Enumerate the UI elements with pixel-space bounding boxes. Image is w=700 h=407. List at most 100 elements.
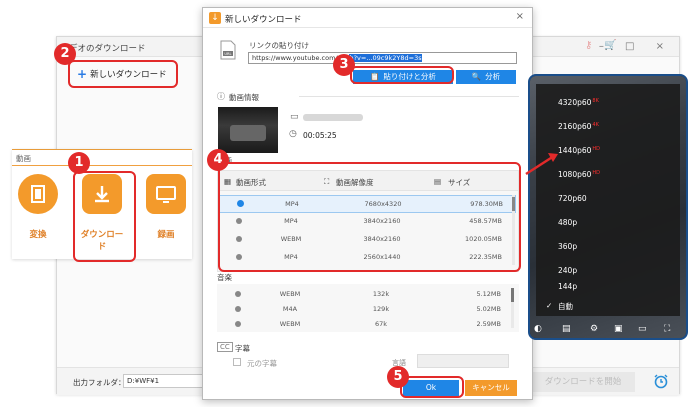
video-thumbnail	[218, 107, 278, 153]
cancel-button[interactable]: キャンセル	[465, 380, 517, 396]
quality-label: 720p60	[558, 194, 587, 203]
video-info-label: 動画情報	[229, 93, 259, 102]
highlight-download-tile	[73, 171, 136, 262]
toggle-icon[interactable]: ◐	[534, 324, 542, 334]
scrollbar-thumb[interactable]	[511, 288, 514, 302]
quality-option[interactable]: 4320p608K	[558, 98, 599, 107]
quality-label: 480p	[558, 218, 578, 227]
quality-option[interactable]: 360p	[558, 242, 577, 251]
player-controls: ◐ ▤ ⚙ ▣ ▭ ⛶	[530, 320, 686, 338]
video-title-blurred	[303, 114, 363, 121]
url-value-selected: h?v=...09c9k2Y8d=3s	[349, 54, 422, 62]
clock-icon: ◷	[289, 129, 297, 139]
table-row[interactable]: WEBM 132k 5.12MB	[217, 286, 513, 302]
cc-icon: CC	[217, 342, 233, 352]
tile-record[interactable]: 録画	[144, 174, 188, 240]
hd-badge: 8K	[592, 98, 599, 104]
tile-convert[interactable]: 変換	[16, 174, 60, 240]
quality-option[interactable]: 1080p60HD	[558, 170, 600, 179]
table-row[interactable]: WEBM 67k 2.59MB	[217, 316, 513, 332]
quality-label: 2160p60	[558, 122, 592, 131]
analyze-button[interactable]: 🔍 分析	[456, 70, 516, 84]
file-type-icon: ▭	[290, 112, 299, 122]
quality-option[interactable]: 2160p604K	[558, 122, 599, 131]
settings-icon[interactable]: ⚙	[590, 324, 598, 334]
row-bitrate: 129k	[372, 305, 390, 313]
highlight-new-download	[68, 60, 178, 88]
language-select[interactable]	[417, 354, 509, 368]
radio[interactable]	[235, 291, 241, 297]
category-header: 動画	[12, 150, 192, 166]
start-download-button[interactable]: ダウンロードを開始	[531, 372, 635, 392]
check-icon: ✓	[546, 301, 553, 310]
row-bitrate: 67k	[374, 320, 388, 328]
dialog-title: 新しいダウンロード	[225, 15, 302, 25]
output-folder-label: 出力フォルダ：	[73, 378, 126, 387]
close-icon[interactable]: ×	[516, 11, 524, 22]
callout-1: 1	[68, 152, 90, 174]
radio[interactable]	[235, 306, 241, 312]
download-app-icon: ↓	[209, 12, 221, 24]
original-subtitle-checkbox[interactable]	[233, 358, 241, 366]
video-player: 4320p608K 2160p604K 1440p60HD 1080p60HD …	[528, 74, 688, 340]
quality-option[interactable]: 480p	[558, 218, 577, 227]
highlight-format-table	[218, 162, 521, 272]
quality-label: 360p	[558, 242, 578, 251]
hd-badge: HD	[592, 146, 601, 152]
miniplayer-icon[interactable]: ▣	[614, 324, 623, 334]
table-row[interactable]: M4A 129k 5.02MB	[217, 301, 513, 317]
original-subtitle-label: 元の字幕	[247, 359, 277, 368]
quality-option[interactable]: 1440p60HD	[558, 146, 600, 155]
film-icon	[18, 174, 58, 214]
url-label: リンクの貼り付け	[249, 41, 309, 50]
key-icon[interactable]: ⚷	[585, 40, 592, 51]
video-duration: 00:05:25	[303, 131, 337, 140]
subtitle-section-label: 字幕	[235, 344, 250, 353]
quality-label: 自動	[558, 302, 573, 311]
music-section-label: 音楽	[217, 273, 232, 282]
output-folder-field[interactable]: D:¥WF¥1	[123, 374, 205, 388]
highlight-ok-button	[400, 376, 464, 398]
tile-record-label: 録画	[157, 230, 175, 240]
callout-2: 2	[54, 43, 76, 65]
quality-option[interactable]: 720p60	[558, 194, 587, 203]
svg-text:URL: URL	[224, 52, 231, 56]
quality-label: 144p	[558, 282, 578, 291]
window-controls[interactable]: – □ ×	[599, 41, 673, 52]
row-format: M4A	[282, 305, 298, 313]
row-format: WEBM	[279, 320, 301, 328]
url-link-icon: URL	[220, 40, 236, 60]
category-header-label: 動画	[16, 154, 31, 163]
row-size: 5.02MB	[476, 305, 501, 313]
quality-menu: 4320p608K 2160p604K 1440p60HD 1080p60HD …	[536, 84, 680, 316]
dialog-titlebar: ↓ 新しいダウンロード ×	[203, 8, 532, 28]
quality-option[interactable]: 240p	[558, 266, 577, 275]
analyze-label: 分析	[485, 72, 501, 81]
radio[interactable]	[235, 321, 241, 327]
fullscreen-icon[interactable]: ⛶	[664, 324, 670, 334]
quality-label: 4320p60	[558, 98, 592, 107]
row-format: WEBM	[279, 290, 301, 298]
info-icon: ⓘ	[217, 92, 225, 101]
tile-convert-label: 変換	[29, 230, 47, 240]
row-size: 5.12MB	[476, 290, 501, 298]
row-bitrate: 132k	[372, 290, 390, 298]
app-title: デオのダウンロード	[69, 44, 146, 54]
theater-icon[interactable]: ▭	[638, 324, 647, 334]
quality-option[interactable]: 144p	[558, 282, 577, 291]
hd-badge: HD	[592, 170, 601, 176]
hd-badge: 4K	[592, 122, 599, 128]
row-size: 2.59MB	[476, 320, 501, 328]
subtitles-icon[interactable]: ▤	[562, 324, 571, 334]
screen-record-icon	[146, 174, 186, 214]
url-input[interactable]: https://www.youtube.com/wath?v=...09c9k2…	[248, 52, 517, 64]
audio-format-table: WEBM 132k 5.12MB M4A 129k 5.02MB WEBM 67k 2.59…	[217, 284, 519, 332]
quality-option-auto[interactable]: ✓ 自動	[546, 301, 573, 312]
callout-3: 3	[333, 54, 355, 76]
arrow-pointer-icon	[525, 153, 558, 176]
callout-4: 4	[207, 149, 229, 171]
scrollbar[interactable]	[511, 288, 514, 328]
thumbnail-ship	[230, 125, 266, 141]
alarm-clock-icon[interactable]	[653, 373, 669, 389]
quality-label: 240p	[558, 266, 578, 275]
